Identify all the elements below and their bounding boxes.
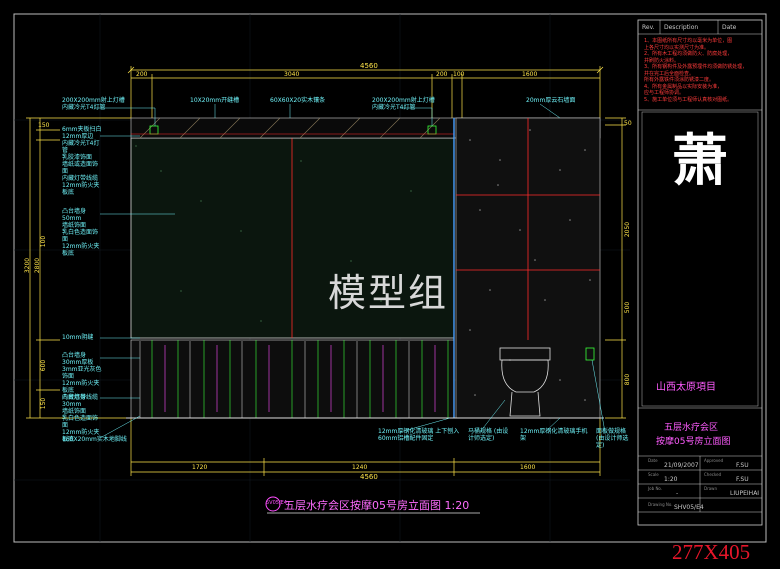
left-overall-dimension: 3200 (24, 257, 32, 274)
tb-drawn-label: Drawn (704, 486, 717, 491)
left-note-5c: 乳白色造面饰面 (62, 415, 99, 429)
tb-job: - (676, 490, 679, 497)
right-dim-3: 500 (624, 301, 632, 314)
tb-drawing-no-label: Drawing No. (648, 502, 673, 507)
left-note-2b: 墙纸饰面 (62, 222, 87, 229)
tb-checked: F.SU (736, 476, 749, 483)
bottom-dim-seg-1: 1720 (192, 464, 208, 471)
left-note-1c: 乳胶漆饰面 (62, 154, 93, 161)
left-note-1d: 墙纸或造面饰面 (62, 161, 99, 175)
right-dim-4: 800 (624, 373, 632, 386)
tb-note-5: 3、所有钢构件及外露预埋件均须做防锈处理， (644, 64, 748, 70)
tb-scale: 1:20 (664, 476, 678, 483)
tb-drawn: LIUPEIHAI (730, 490, 760, 497)
tb-approved: F.SU (736, 462, 749, 469)
left-note-5a: 凸台墙身30mm (62, 394, 87, 408)
left-note-3: 10mm阴缝 (62, 334, 94, 341)
left-note-2c: 乳白色造面饰面 (62, 229, 99, 243)
right-dim-1: 50 (624, 120, 632, 127)
tb-scale-label: Scale (648, 472, 659, 477)
left-note-2a: 凸台墙身50mm (62, 208, 87, 222)
left-note-group-2: 凸台墙身50mm 墙纸饰面 乳白色造面饰面 12mm防火夹板底 (62, 208, 102, 257)
tb-date: 21/09/2007 (664, 462, 699, 469)
tb-job-label: Job No. (648, 486, 663, 491)
tb-date-label: Date (648, 458, 658, 463)
size-mark: 277X405 (672, 540, 751, 564)
tb-header-rev: Rev. (642, 24, 655, 31)
left-note-5b: 墙纸饰面 (62, 408, 87, 415)
top-overall-dimension: 4560 (360, 62, 378, 70)
left-note-4c: 12mm防火夹板底 (62, 380, 100, 394)
left-note-6: 160X20mm实木地脚线 (62, 436, 127, 443)
bottom-note-4: 面板做规格 (由设计师选定) (596, 428, 629, 449)
tb-header-description: Description (664, 24, 699, 31)
left-note-1f: 12mm防火夹板底 (62, 182, 100, 196)
left-dim-seg-2: 100 (40, 235, 48, 248)
tb-drawing-no: SHV05/E4 (674, 504, 704, 511)
tb-checked-label: Checked (704, 472, 722, 477)
left-note-group-1: 6mm夹板扫白12mm厚边 内藏冷光T4灯管 乳胶漆饰面 墙纸或造面饰面 内藏灯… (62, 126, 102, 196)
left-note-1a: 6mm夹板扫白12mm厚边 (62, 126, 102, 140)
tb-approved-label: Approved (704, 458, 724, 463)
left-inner-dimension: 2800 (34, 257, 42, 274)
top-dim-seg-3: 200 (436, 71, 448, 78)
tb-header-date: Date (722, 24, 737, 31)
tb-sheet-title-2: 按摩05号房立面图 (656, 437, 731, 447)
bottom-overall-dimension: 4560 (360, 473, 378, 481)
top-note-3: 60X60X20实木镶条 (270, 97, 326, 104)
bottom-dim-seg-2: 1240 (352, 464, 368, 471)
bottom-note-2: 马桶规格 (由设计师选定) (468, 428, 509, 442)
top-dim-seg-1: 200 (136, 71, 148, 78)
top-note-1: 200X200mm射上灯槽 内藏冷光T4灯管 (62, 97, 125, 111)
top-note-4: 200X200mm射上灯槽 内藏冷光T4灯管 (372, 97, 435, 111)
left-dim-seg-1: 150 (38, 122, 50, 129)
drawing-title: 五层水疗会区按摩05号房立面图 1:20 (284, 499, 470, 512)
top-note-2: 10X20mm开缝槽 (190, 97, 240, 104)
right-dimension-lines (605, 117, 626, 419)
bottom-dim-seg-3: 1600 (520, 464, 536, 471)
lower-wainscot (130, 339, 455, 419)
company-logo: 萧 (672, 128, 728, 194)
left-note-1e: 内藏灯带线缆 (62, 175, 99, 182)
top-dim-seg-4: 100 (453, 71, 465, 78)
tb-note-10: 5、施工单位须与工程师认真核对图纸。 (644, 96, 733, 103)
top-dim-seg-2: 3040 (284, 71, 300, 78)
tb-notes: 1、本图纸所有尺寸均以毫米为单位，图 上各尺寸均以实测尺寸为准。 2、所有木工程… (644, 38, 760, 103)
right-dim-2: 2050 (624, 221, 632, 238)
bottom-note-3: 12mm厚钢化清玻璃手机架 (520, 428, 588, 442)
tb-sheet-title-1: 五层水疗会区 (664, 423, 719, 433)
left-note-1b: 内藏冷光T4灯管 (62, 140, 100, 154)
bottom-note-1: 12mm厚钢化清玻璃 上下刨入60mm铝槽配件固定 (378, 428, 460, 442)
watermark-text: 模型组 (328, 271, 449, 315)
top-note-5: 20mm厚云石墙面 (526, 97, 576, 104)
top-dim-seg-5: 1600 (522, 71, 538, 78)
left-note-4b: 3mm亚光灰色饰面 (62, 366, 102, 380)
left-dim-seg-3: 600 (40, 359, 48, 372)
tb-project: 山西太原項目 (656, 382, 716, 393)
left-note-4a: 凸台墙身30mm厚板 (62, 352, 94, 366)
left-note-2d: 12mm防火夹板底 (62, 243, 100, 257)
left-dim-seg-4: 150 (40, 397, 48, 410)
